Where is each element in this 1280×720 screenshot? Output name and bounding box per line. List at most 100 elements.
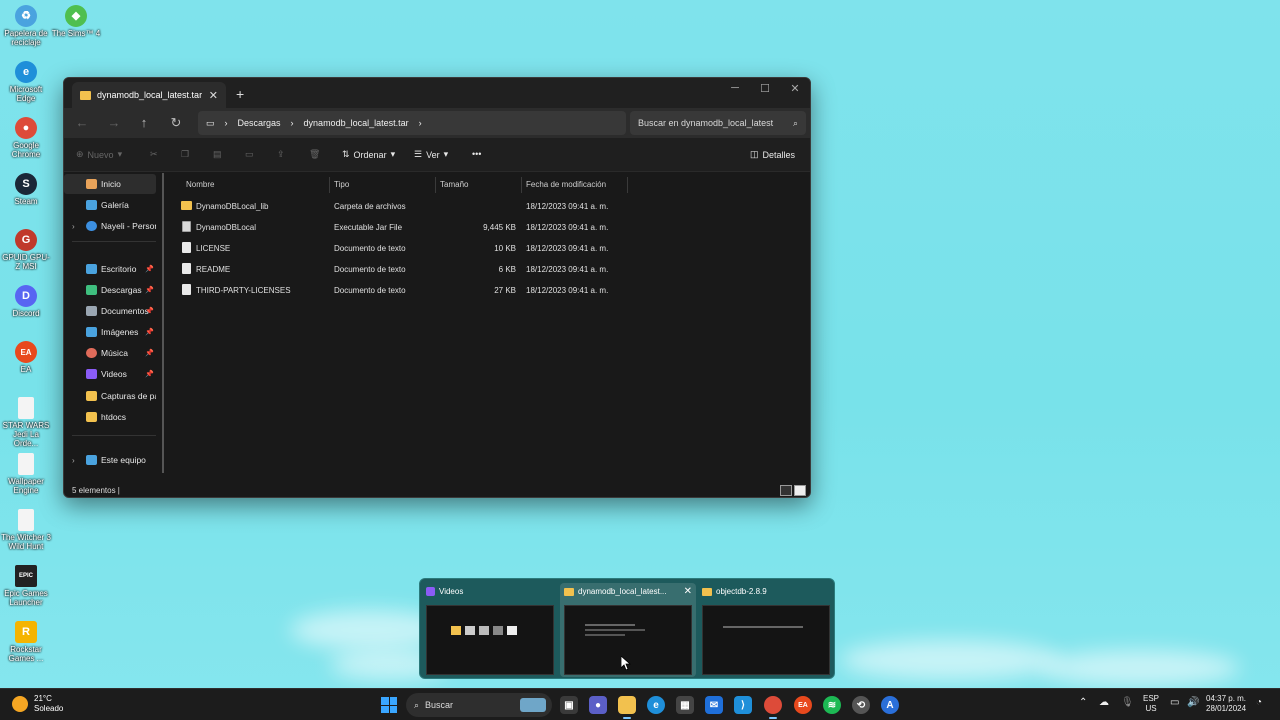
- sidebar-item-videos[interactable]: Videos 📌: [64, 364, 156, 384]
- network-icon[interactable]: ▭: [1170, 698, 1179, 708]
- desktop-icon-edge[interactable]: e Microsoft Edge: [0, 61, 52, 103]
- desktop-icon-chrome[interactable]: ● Google Chrome: [0, 117, 52, 159]
- column-header-date[interactable]: Fecha de modificación: [522, 177, 628, 193]
- volume-icon[interactable]: 🔊: [1187, 698, 1199, 708]
- back-arrow-icon[interactable]: ←: [74, 115, 90, 130]
- copy-icon[interactable]: ❐: [181, 149, 189, 160]
- table-row[interactable]: README Documento de texto 6 KB 18/12/202…: [178, 259, 618, 279]
- divider: [72, 435, 156, 436]
- delete-icon[interactable]: 🗑: [309, 149, 320, 160]
- view-icon: ☰: [414, 149, 423, 159]
- minimize-icon[interactable]: ─: [720, 82, 750, 94]
- search-input[interactable]: Buscar en dynamodb_local_latest ⌕: [630, 111, 806, 135]
- sort-button[interactable]: ⇅ Ordenar ▾: [342, 149, 395, 160]
- desktop-icon-rockstar[interactable]: R Rockstar Games ...: [0, 621, 52, 663]
- sidebar-item-inicio[interactable]: Inicio: [64, 174, 156, 194]
- desktop-icon-wallpaper-engine[interactable]: Wallpaper Engine: [0, 453, 52, 495]
- onedrive-icon[interactable]: ☁: [1099, 698, 1109, 708]
- sidebar-item-este-equipo[interactable]: › Este equipo: [64, 450, 156, 470]
- desktop-icon-discord[interactable]: D Discord: [0, 285, 52, 318]
- preview-window-objectdb[interactable]: objectdb-2.8.9: [698, 583, 834, 677]
- refresh-icon[interactable]: ↻: [168, 115, 184, 131]
- notification-icon[interactable]: ◔: [1256, 698, 1262, 708]
- tab-dynamodb[interactable]: dynamodb_local_latest.tar ✕: [72, 82, 226, 108]
- column-header-type[interactable]: Tipo: [330, 177, 436, 193]
- new-label: Nuevo: [87, 149, 114, 160]
- mail-icon[interactable]: ✉: [705, 696, 723, 714]
- sidebar-item-htdocs[interactable]: htdocs: [64, 407, 156, 427]
- sidebar-item-imagenes[interactable]: Imágenes 📌: [64, 322, 156, 342]
- share-icon[interactable]: ⇪: [277, 149, 285, 160]
- lang-bottom: US: [1145, 704, 1157, 713]
- desktop-icon-witcher[interactable]: The Witcher 3 Wild Hunt: [0, 509, 52, 551]
- details-view-icon[interactable]: [780, 485, 792, 496]
- file-size: 27 KB: [494, 286, 516, 295]
- desktop-icon-label: STAR WARS Jedi La Orde...: [2, 421, 50, 448]
- sidebar-item-musica[interactable]: Música 📌: [64, 343, 156, 363]
- preview-window-videos[interactable]: Videos: [422, 583, 558, 677]
- table-row[interactable]: LICENSE Documento de texto 10 KB 18/12/2…: [178, 238, 618, 258]
- clock-time: 04:37 p. m.: [1206, 694, 1247, 703]
- video-icon: [86, 369, 97, 379]
- store-icon[interactable]: ▦: [676, 696, 694, 714]
- sidebar-item-onedrive[interactable]: › Nayeli - Persona: [64, 216, 156, 236]
- language-indicator[interactable]: ESP US: [1143, 694, 1159, 714]
- desktop-icon-epic[interactable]: EPIC Epic Games Launcher: [0, 565, 52, 607]
- sidebar-item-galeria[interactable]: Galería: [64, 195, 156, 215]
- more-options-button[interactable]: •••: [472, 149, 481, 159]
- weather-widget[interactable]: 21°C Soleado: [12, 694, 63, 714]
- app-installer-icon[interactable]: A: [881, 696, 899, 714]
- desktop-icon-steam[interactable]: S Steam: [0, 173, 52, 206]
- close-icon[interactable]: ✕: [684, 586, 692, 597]
- task-view-icon[interactable]: ▣: [560, 696, 578, 714]
- paste-icon[interactable]: ▤: [213, 149, 222, 160]
- desktop-icon-gpuz[interactable]: G GPUID GPU-Z MSI: [0, 229, 52, 271]
- sidebar-scrollbar[interactable]: [162, 173, 164, 473]
- desktop-icon-ea[interactable]: EA EA: [0, 341, 52, 374]
- close-icon[interactable]: ✕: [209, 89, 218, 102]
- new-tab-button[interactable]: +: [236, 86, 244, 102]
- chevron-right-icon[interactable]: ›: [72, 456, 75, 465]
- new-button[interactable]: ⊕ Nuevo ▾: [76, 149, 122, 160]
- vscode-icon[interactable]: ⟩: [734, 696, 752, 714]
- sidebar-item-escritorio[interactable]: Escritorio 📌: [64, 259, 156, 279]
- start-button[interactable]: [381, 697, 397, 713]
- chevron-right-icon[interactable]: ›: [72, 222, 75, 231]
- microphone-icon[interactable]: 🎙: [1121, 698, 1134, 708]
- address-bar[interactable]: ▭ › Descargas › dynamodb_local_latest.ta…: [198, 111, 626, 135]
- column-header-name[interactable]: Nombre: [182, 177, 330, 193]
- sidebar-item-descargas[interactable]: Descargas 📌: [64, 280, 156, 300]
- column-header-size[interactable]: Tamaño: [436, 177, 522, 193]
- taskbar-search-input[interactable]: ⌕ Buscar: [406, 693, 552, 717]
- github-desktop-icon[interactable]: ⟲: [852, 696, 870, 714]
- table-row[interactable]: DynamoDBLocal_lib Carpeta de archivos 18…: [178, 196, 618, 216]
- ea-icon[interactable]: EA: [794, 696, 812, 714]
- chrome-icon[interactable]: [764, 696, 782, 719]
- show-hidden-icons[interactable]: ⌃: [1079, 698, 1087, 708]
- maximize-icon[interactable]: ☐: [750, 82, 780, 95]
- rename-icon[interactable]: ▭: [245, 149, 254, 160]
- breadcrumb-current[interactable]: dynamodb_local_latest.tar: [304, 118, 409, 128]
- cut-icon[interactable]: ✂: [150, 149, 158, 160]
- sidebar-item-capturas[interactable]: Capturas de par: [64, 386, 156, 406]
- table-row[interactable]: THIRD-PARTY-LICENSES Documento de texto …: [178, 280, 618, 300]
- teams-icon[interactable]: ●: [589, 696, 607, 714]
- desktop-icon-sims[interactable]: ◆ The Sims™ 4: [50, 5, 102, 38]
- table-row[interactable]: DynamoDBLocal Executable Jar File 9,445 …: [178, 217, 618, 237]
- breadcrumb-descargas[interactable]: Descargas: [238, 118, 281, 128]
- file-explorer-icon[interactable]: [618, 696, 636, 719]
- forward-arrow-icon[interactable]: →: [106, 115, 122, 130]
- tiles-view-icon[interactable]: [794, 485, 806, 496]
- sidebar-item-documentos[interactable]: Documentos 📌: [64, 301, 156, 321]
- up-arrow-icon[interactable]: ↑: [136, 115, 152, 130]
- desktop-icon-star-wars[interactable]: STAR WARS Jedi La Orde...: [0, 397, 52, 448]
- spotify-icon[interactable]: ≋: [823, 696, 841, 714]
- details-button[interactable]: ◫ Detalles: [750, 149, 795, 160]
- chevron-down-icon: ▾: [390, 149, 396, 159]
- status-bar: 5 elementos |: [64, 483, 810, 497]
- view-button[interactable]: ☰ Ver ▾: [414, 149, 448, 160]
- edge-icon[interactable]: e: [647, 696, 665, 714]
- close-window-icon[interactable]: ✕: [780, 82, 810, 95]
- clock[interactable]: 04:37 p. m. 28/01/2024: [1206, 694, 1246, 714]
- desktop-icon-recycle-bin[interactable]: ♻ Papelera de reciclaje: [0, 5, 52, 47]
